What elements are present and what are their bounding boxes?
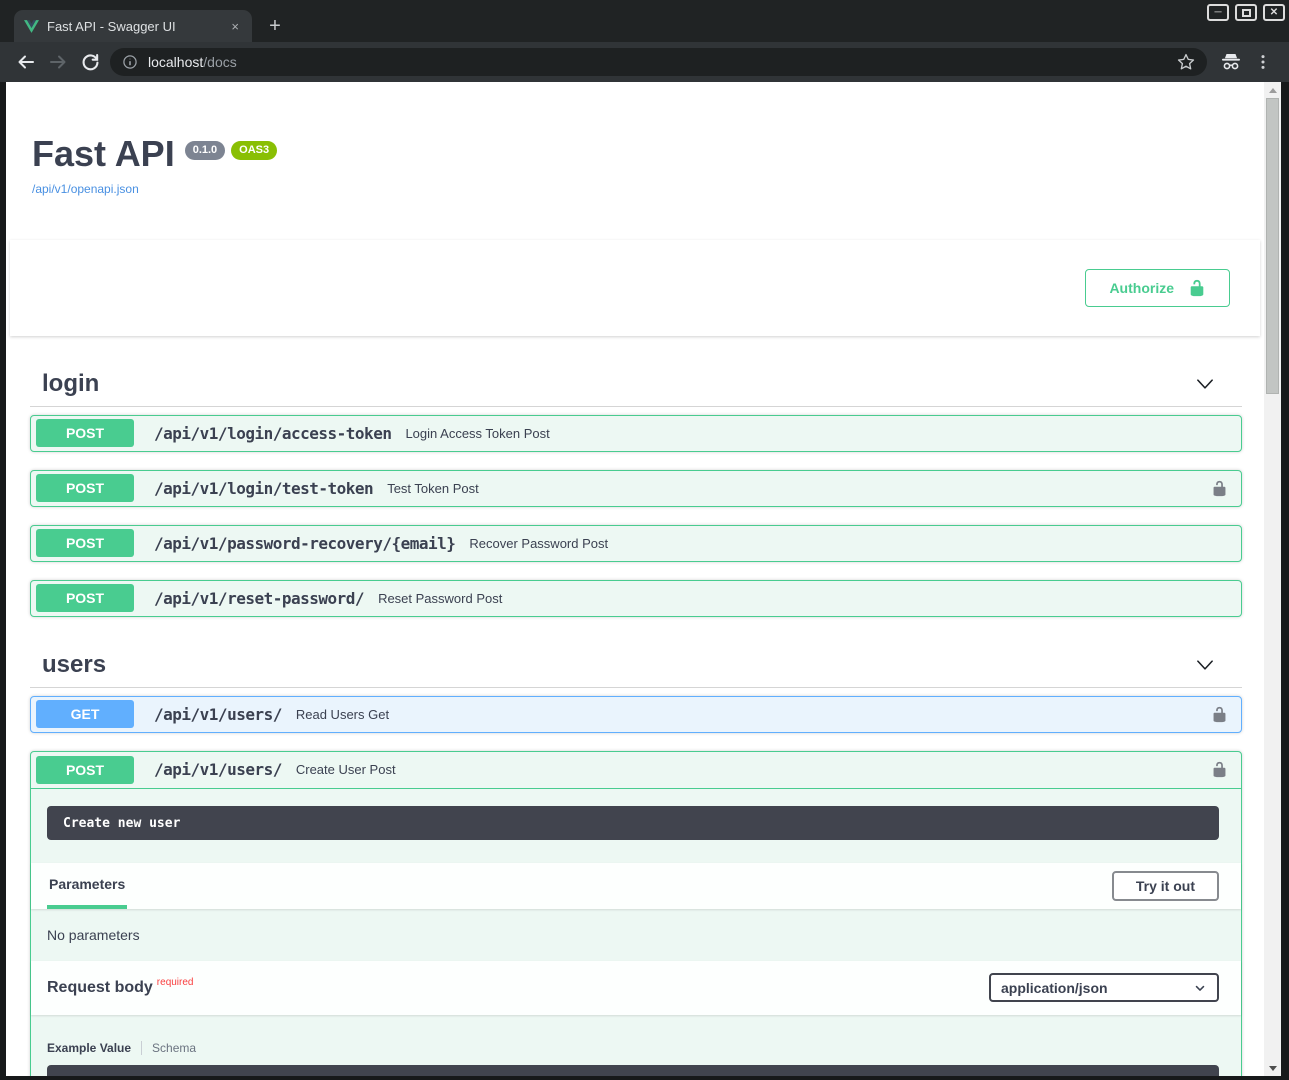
endpoint-reset-password[interactable]: POST /api/v1/reset-password/ Reset Passw…: [30, 580, 1242, 617]
endpoint-login-test-token[interactable]: POST /api/v1/login/test-token Test Token…: [30, 470, 1242, 507]
url-host: localhost: [148, 54, 203, 70]
scrollbar-down-arrow[interactable]: [1264, 1060, 1281, 1076]
try-it-out-button[interactable]: Try it out: [1112, 871, 1219, 901]
endpoint-create-user-expanded: POST /api/v1/users/ Create User Post Cre…: [30, 751, 1242, 1076]
section-login: login POST /api/v1/login/access-token Lo…: [30, 362, 1242, 617]
endpoint-summary: Reset Password Post: [378, 591, 1236, 606]
authorize-label: Authorize: [1109, 281, 1174, 295]
scrollbar-up-arrow[interactable]: [1264, 82, 1281, 98]
tab-schema[interactable]: Schema: [152, 1041, 196, 1055]
page-title: Fast API: [32, 134, 175, 174]
scheme-container: Authorize: [10, 240, 1260, 336]
request-body-header: Request body required application/json: [31, 961, 1241, 1015]
endpoint-path: /api/v1/password-recovery/{email}: [154, 534, 455, 553]
auth-lock-icon[interactable]: [1211, 480, 1228, 497]
swagger-ui: Fast API 0.1.0 OAS3 /api/v1/openapi.json…: [6, 82, 1264, 1076]
tab-title: Fast API - Swagger UI: [47, 19, 228, 34]
page-scrollbar[interactable]: [1264, 82, 1281, 1076]
endpoint-path: /api/v1/login/test-token: [154, 479, 373, 498]
browser-toolbar: localhost/docs: [0, 42, 1289, 82]
openapi-spec-link[interactable]: /api/v1/openapi.json: [32, 182, 139, 196]
no-parameters-text: No parameters: [31, 909, 1241, 961]
endpoint-summary: Read Users Get: [296, 707, 1203, 722]
browser-menu-button[interactable]: [1247, 46, 1279, 78]
parameters-header: Parameters Try it out: [31, 863, 1241, 909]
endpoint-path: /api/v1/users/: [154, 760, 282, 779]
reload-button[interactable]: [74, 46, 106, 78]
auth-lock-icon[interactable]: [1211, 706, 1228, 723]
example-code-block[interactable]: {: [47, 1065, 1219, 1076]
operation-description-text: Create new user: [63, 816, 180, 831]
scrollbar-thumb[interactable]: [1266, 98, 1279, 394]
bookmark-star-icon[interactable]: [1177, 53, 1195, 71]
favicon-icon: [24, 20, 39, 33]
unlock-icon: [1188, 279, 1206, 297]
address-bar[interactable]: localhost/docs: [110, 48, 1207, 76]
chevron-down-icon[interactable]: [1194, 654, 1216, 676]
new-tab-button[interactable]: +: [262, 13, 288, 39]
media-type-select[interactable]: application/json: [989, 973, 1219, 1002]
endpoint-path: /api/v1/login/access-token: [154, 424, 391, 443]
endpoint-summary: Login Access Token Post: [405, 426, 1236, 441]
version-badge: 0.1.0: [185, 141, 225, 160]
forward-button[interactable]: [42, 46, 74, 78]
endpoint-read-users[interactable]: GET /api/v1/users/ Read Users Get: [30, 696, 1242, 733]
tab-close-icon[interactable]: ×: [228, 19, 242, 34]
method-badge: POST: [36, 529, 134, 557]
select-chevron-icon: [1193, 981, 1207, 995]
section-users: users GET /api/v1/users/ Read Users Get …: [30, 643, 1242, 1076]
window-maximize-button[interactable]: [1235, 4, 1257, 21]
method-badge: POST: [36, 474, 134, 502]
section-login-header[interactable]: login: [30, 362, 1242, 407]
tab-parameters[interactable]: Parameters: [47, 863, 127, 909]
method-badge: GET: [36, 700, 134, 728]
maximize-icon: [1242, 9, 1251, 17]
section-title: users: [42, 651, 1194, 679]
endpoint-password-recovery[interactable]: POST /api/v1/password-recovery/{email} R…: [30, 525, 1242, 562]
browser-tab[interactable]: Fast API - Swagger UI ×: [14, 10, 252, 42]
model-example: Example Value Schema {: [47, 1041, 1219, 1076]
chevron-down-icon[interactable]: [1194, 373, 1216, 395]
endpoint-create-user-summary[interactable]: POST /api/v1/users/ Create User Post: [31, 752, 1241, 789]
browser-titlebar: Fast API - Swagger UI × + ─ ✕: [0, 0, 1289, 42]
page-viewport: Fast API 0.1.0 OAS3 /api/v1/openapi.json…: [6, 82, 1281, 1076]
endpoint-path: /api/v1/users/: [154, 705, 282, 724]
operation-description: Create new user: [47, 806, 1219, 840]
tab-separator: [141, 1041, 142, 1055]
api-info: Fast API 0.1.0 OAS3 /api/v1/openapi.json: [6, 82, 1264, 198]
method-badge: POST: [36, 756, 134, 784]
window-minimize-button[interactable]: ─: [1207, 4, 1229, 21]
endpoint-login-access-token[interactable]: POST /api/v1/login/access-token Login Ac…: [30, 415, 1242, 452]
incognito-icon: [1215, 46, 1247, 78]
back-button[interactable]: [10, 46, 42, 78]
media-type-value: application/json: [1001, 980, 1108, 996]
tab-example-value[interactable]: Example Value: [47, 1041, 131, 1055]
endpoint-summary: Test Token Post: [387, 481, 1203, 496]
method-badge: POST: [36, 419, 134, 447]
oas3-badge: OAS3: [231, 141, 277, 160]
window-close-button[interactable]: ✕: [1263, 4, 1285, 21]
endpoint-summary: Create User Post: [296, 762, 1203, 777]
section-title: login: [42, 370, 1194, 398]
required-badge: required: [157, 977, 194, 988]
endpoint-path: /api/v1/reset-password/: [154, 589, 364, 608]
method-badge: POST: [36, 584, 134, 612]
auth-lock-icon[interactable]: [1211, 761, 1228, 778]
url-path: /docs: [203, 54, 236, 70]
authorize-button[interactable]: Authorize: [1085, 269, 1230, 307]
request-body-label: Request body: [47, 979, 153, 997]
section-users-header[interactable]: users: [30, 643, 1242, 688]
site-info-icon[interactable]: [122, 54, 138, 70]
endpoint-summary: Recover Password Post: [469, 536, 1236, 551]
